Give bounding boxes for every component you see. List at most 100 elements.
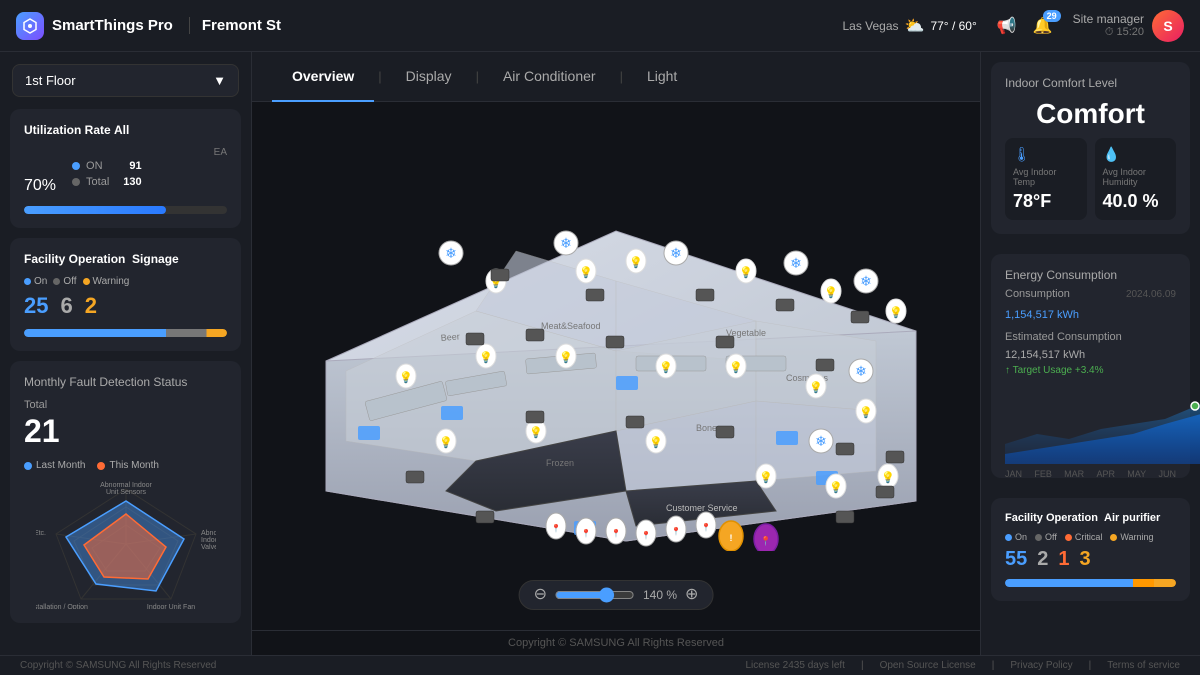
chevron-down-icon: ▼ [213, 73, 226, 88]
svg-text:Abnormal Indoor: Abnormal Indoor [100, 482, 152, 489]
facility-off-stat: 6 [60, 293, 72, 319]
rf-on-label: On [1015, 532, 1027, 542]
on-dot [72, 162, 80, 170]
rf-warning-stat: 3 [1080, 548, 1091, 571]
tab-air-conditioner[interactable]: Air Conditioner [483, 52, 616, 102]
rf-warning-dot [1110, 534, 1117, 541]
on-legend: On [24, 276, 47, 287]
util-on-label: ON [86, 160, 103, 172]
notification-button[interactable]: 🔔 29 [1033, 16, 1053, 36]
facility-title: Facility Operation Signage [24, 252, 227, 266]
util-ea-label: EA [24, 147, 227, 158]
footer-separator-3: | [1089, 660, 1092, 671]
rf-critical-value: 1 [1058, 548, 1069, 571]
header-right: Las Vegas ⛅ 77° / 60° 📢 🔔 29 Site manage… [842, 10, 1184, 42]
util-on-value: 91 [121, 160, 141, 172]
tab-divider-3: | [616, 69, 627, 84]
svg-text:❄: ❄ [670, 245, 682, 261]
facility-warning-value: 2 [85, 293, 97, 319]
svg-text:Indoor Unit: Indoor Unit [201, 537, 216, 544]
svg-text:💡: 💡 [859, 406, 873, 419]
site-manager: Site manager ⏱ 15:20 S [1073, 10, 1184, 42]
svg-text:❄: ❄ [560, 235, 572, 251]
util-progress-fill [24, 206, 166, 214]
util-percent: 70% [24, 160, 56, 196]
humidity-label: Avg Indoor Humidity [1103, 167, 1169, 187]
zoom-out-button[interactable]: ⊖ [534, 587, 547, 603]
svg-text:📍: 📍 [641, 530, 651, 540]
humidity-value: 40.0 % [1103, 191, 1169, 212]
chart-jun: JUN [1158, 469, 1176, 479]
tab-overview[interactable]: Overview [272, 52, 374, 102]
facility-stats: 25 6 2 [24, 293, 227, 319]
estimated-value: 12,154,517 kWh [1005, 345, 1176, 363]
right-facility-progress-fill [1005, 579, 1176, 587]
tab-display[interactable]: Display [386, 52, 472, 102]
comfort-level-value: Comfort [1005, 98, 1176, 130]
footer-privacy[interactable]: Privacy Policy [1010, 660, 1072, 671]
facility-widget: Facility Operation Signage On Off Warnin… [10, 238, 241, 351]
header: SmartThings Pro Fremont St Las Vegas ⛅ 7… [0, 0, 1200, 52]
weather-temp: 77° / 60° [930, 19, 976, 33]
chart-mar: MAR [1064, 469, 1084, 479]
footer-open-source[interactable]: Open Source License [880, 660, 976, 671]
alert-button[interactable]: 📢 [997, 16, 1017, 36]
fault-total-label: Total [24, 399, 227, 411]
svg-text:Frozen: Frozen [546, 458, 574, 468]
zoom-level: 140 % [643, 588, 677, 602]
rf-critical-stat: 1 [1058, 548, 1069, 571]
monthly-fault-widget: Monthly Fault Detection Status Total 21 … [10, 361, 241, 623]
temp-metric: 🌡 Avg Indoor Temp 78°F [1005, 138, 1087, 220]
footer-separator-1: | [861, 660, 864, 671]
right-facility-title: Facility Operation Air purifier [1005, 512, 1176, 524]
util-progress-bar [24, 206, 227, 214]
right-facility-stats: 55 2 1 3 [1005, 548, 1176, 571]
svg-text:❄: ❄ [790, 255, 802, 271]
fault-legend: Last Month This Month [24, 460, 227, 471]
humidity-icon: 💧 [1103, 146, 1169, 163]
chart-apr: APR [1096, 469, 1115, 479]
this-month-label: This Month [109, 460, 158, 471]
zoom-in-button[interactable]: ⊕ [685, 587, 698, 603]
footer-terms[interactable]: Terms of service [1107, 660, 1180, 671]
floor-selector[interactable]: 1st Floor ▼ [12, 64, 239, 97]
svg-text:💡: 💡 [759, 471, 773, 484]
zoom-slider[interactable] [555, 587, 635, 603]
right-panel: Indoor Comfort Level Comfort 🌡 Avg Indoo… [980, 52, 1200, 655]
this-month-dot [97, 462, 105, 470]
total-dot [72, 178, 80, 186]
facility-progress-fill [24, 329, 227, 337]
svg-text:💡: 💡 [659, 361, 673, 374]
svg-text:!: ! [730, 533, 733, 543]
rf-off-label: Off [1045, 532, 1057, 542]
svg-text:📍: 📍 [611, 528, 621, 538]
svg-text:❄: ❄ [855, 363, 867, 379]
util-rate-main: 70% ON 91 Total 130 [24, 160, 227, 196]
footer-separator-2: | [992, 660, 995, 671]
util-total-row: Total 130 [72, 176, 142, 188]
rf-critical-dot [1065, 534, 1072, 541]
rf-warning-value: 3 [1080, 548, 1091, 571]
user-avatar[interactable]: S [1152, 10, 1184, 42]
center-area: Overview | Display | Air Conditioner | L… [252, 52, 980, 655]
svg-text:Abnormal: Abnormal [201, 530, 216, 537]
footer-license: License 2435 days left [745, 660, 845, 671]
sidebar: 1st Floor ▼ Utilization Rate All EA 70% … [0, 52, 252, 655]
svg-text:📍: 📍 [760, 535, 771, 546]
last-month-dot [24, 462, 32, 470]
svg-text:❄: ❄ [445, 245, 457, 261]
target-usage-label: ↑ Target Usage +3.4% [1005, 365, 1176, 376]
energy-widget: Energy Consumption Consumption 2024.06.0… [991, 254, 1190, 478]
comfort-metrics: 🌡 Avg Indoor Temp 78°F 💧 Avg Indoor Humi… [1005, 138, 1176, 220]
facility-on-value: 25 [24, 293, 48, 319]
tab-light[interactable]: Light [627, 52, 697, 102]
tab-nav: Overview | Display | Air Conditioner | L… [252, 52, 980, 102]
indoor-comfort-widget: Indoor Comfort Level Comfort 🌡 Avg Indoo… [991, 62, 1190, 234]
indoor-comfort-title: Indoor Comfort Level [1005, 76, 1176, 90]
svg-text:💡: 💡 [579, 266, 593, 279]
footer-copyright: Copyright © SAMSUNG All Rights Reserved [20, 660, 216, 671]
right-facility-legend: On Off Critical Warning [1005, 532, 1176, 542]
rf-on-value: 55 [1005, 548, 1027, 571]
svg-text:💡: 💡 [529, 426, 543, 439]
humidity-metric: 💧 Avg Indoor Humidity 40.0 % [1095, 138, 1177, 220]
